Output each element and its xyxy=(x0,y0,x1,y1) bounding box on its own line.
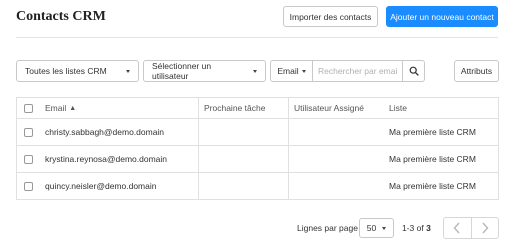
range-of: of xyxy=(416,223,424,233)
table-row[interactable]: krystina.reynosa@demo.domain Ma première… xyxy=(17,145,498,172)
next-task-cell xyxy=(199,119,289,145)
list-cell: Ma première liste CRM xyxy=(389,181,476,191)
next-task-cell xyxy=(199,146,289,172)
table-row[interactable]: quincy.neisler@demo.domain Ma première l… xyxy=(17,172,498,199)
previous-page-button[interactable] xyxy=(444,218,471,238)
rows-per-page-value: 50 xyxy=(366,223,377,233)
caret-down-icon xyxy=(382,226,387,230)
table-row[interactable]: christy.sabbagh@demo.domain Ma première … xyxy=(17,118,498,145)
table-header-row: Email ▲ Prochaine tâche Utilisateur Assi… xyxy=(17,98,498,118)
column-header-assigned-user: Utilisateur Assigné xyxy=(294,103,364,113)
row-checkbox-cell xyxy=(17,146,39,172)
import-contacts-button[interactable]: Importer des contacts xyxy=(283,6,378,27)
column-header-next-task: Prochaine tâche xyxy=(199,98,289,118)
lists-filter-value: Toutes les listes CRM xyxy=(25,66,107,76)
assigned-user-cell xyxy=(289,146,384,172)
list-cell: Ma première liste CRM xyxy=(389,127,476,137)
range-total: 3 xyxy=(426,223,431,233)
header-checkbox-cell xyxy=(17,98,39,118)
assigned-user-cell xyxy=(289,119,384,145)
range-text: 1-3 xyxy=(402,223,415,233)
row-checkbox[interactable] xyxy=(23,127,33,137)
rows-per-page-label: Lignes par page xyxy=(297,223,358,233)
search-icon xyxy=(409,66,419,76)
caret-down-icon xyxy=(126,69,130,73)
row-checkbox-cell xyxy=(17,119,39,145)
rows-per-page-select[interactable]: 50 xyxy=(359,218,394,238)
search-input[interactable] xyxy=(313,61,402,81)
user-filter-value: Sélectionner un utilisateur xyxy=(152,61,212,81)
email-cell[interactable]: krystina.reynosa@demo.domain xyxy=(39,146,199,172)
column-header-list: Liste xyxy=(389,103,407,113)
pagination-range: 1-3 of 3 xyxy=(402,223,431,233)
user-filter-select[interactable]: Sélectionner un utilisateur xyxy=(143,60,266,82)
list-cell: Ma première liste CRM xyxy=(389,154,476,164)
select-all-checkbox[interactable] xyxy=(23,103,33,113)
search-button[interactable] xyxy=(402,61,424,81)
add-contact-button[interactable]: Ajouter un nouveau contact xyxy=(386,6,498,27)
email-cell[interactable]: quincy.neisler@demo.domain xyxy=(39,173,199,199)
page-title: Contacts CRM xyxy=(16,9,106,24)
next-task-cell xyxy=(199,173,289,199)
email-cell[interactable]: christy.sabbagh@demo.domain xyxy=(39,119,199,145)
search-group: Email xyxy=(270,60,425,82)
attributes-button[interactable]: Attributs xyxy=(454,60,499,82)
chevron-left-icon xyxy=(453,222,460,234)
search-field-select[interactable]: Email xyxy=(271,61,313,81)
row-checkbox-cell xyxy=(17,173,39,199)
search-field-value: Email xyxy=(277,66,299,76)
column-header-email[interactable]: Email ▲ xyxy=(39,98,199,118)
lists-filter-select[interactable]: Toutes les listes CRM xyxy=(16,60,139,82)
row-checkbox[interactable] xyxy=(23,181,33,191)
contacts-table: Email ▲ Prochaine tâche Utilisateur Assi… xyxy=(16,97,499,200)
row-checkbox[interactable] xyxy=(23,154,33,164)
pagination-controls xyxy=(443,217,499,239)
chevron-right-icon xyxy=(482,222,489,234)
caret-down-icon xyxy=(253,69,257,73)
column-header-email-label: Email xyxy=(45,103,67,113)
assigned-user-cell xyxy=(289,173,384,199)
caret-down-icon xyxy=(301,69,306,73)
next-page-button[interactable] xyxy=(470,218,499,238)
sort-ascending-icon: ▲ xyxy=(69,104,77,112)
header-divider xyxy=(16,37,498,38)
